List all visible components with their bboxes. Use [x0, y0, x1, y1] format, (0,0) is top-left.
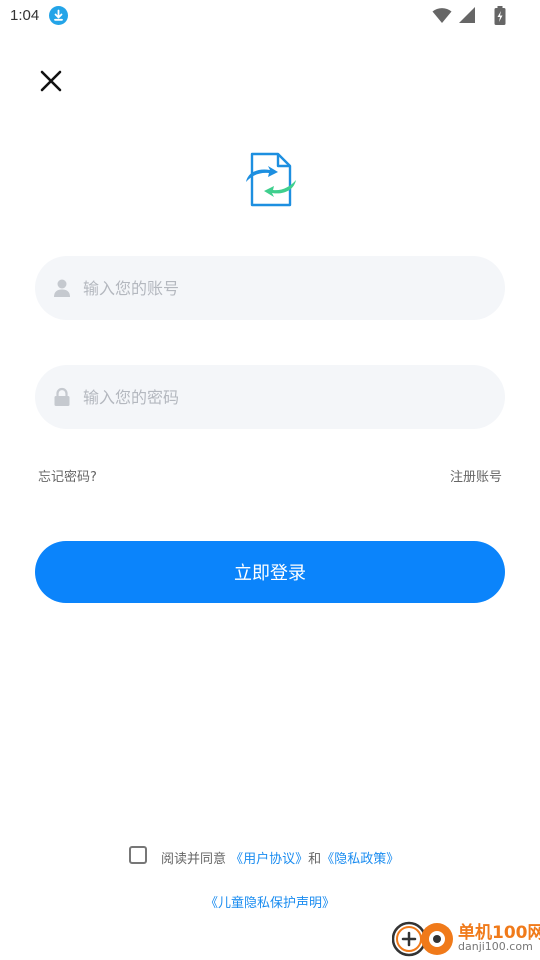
lock-icon: [54, 387, 70, 406]
battery-icon: [494, 6, 506, 25]
document-sync-logo: [246, 152, 296, 207]
forgot-password-link[interactable]: 忘记密码?: [38, 466, 97, 485]
account-input[interactable]: [83, 256, 483, 320]
register-link[interactable]: 注册账号: [450, 466, 502, 485]
agreement-row: 阅读并同意 《用户协议》和《隐私政策》: [0, 845, 540, 867]
child-privacy-link[interactable]: 《儿童隐私保护声明》: [0, 892, 540, 911]
agreement-conjunction: 和: [308, 852, 322, 867]
privacy-policy-link[interactable]: 《隐私政策》: [321, 852, 399, 867]
login-button[interactable]: 立即登录: [35, 541, 505, 603]
download-icon: [49, 6, 68, 25]
status-time: 1:04: [10, 7, 40, 24]
close-button[interactable]: [36, 66, 66, 96]
signal-icon: [459, 7, 475, 23]
app-logo: [242, 150, 300, 210]
agreement-checkbox[interactable]: [129, 846, 147, 864]
watermark-logo-icon: [391, 921, 453, 957]
agreement-text: 阅读并同意 《用户协议》和《隐私政策》: [161, 848, 399, 867]
agreement-prefix: 阅读并同意: [161, 852, 227, 867]
status-bar: 1:04: [0, 0, 540, 32]
user-icon: [54, 279, 70, 297]
user-agreement-link[interactable]: 《用户协议》: [230, 852, 308, 867]
wifi-icon: [432, 8, 452, 23]
password-input[interactable]: [83, 365, 483, 429]
account-field: [35, 256, 505, 320]
password-field: [35, 365, 505, 429]
close-icon: [40, 70, 62, 92]
watermark-domain: danji100.com: [458, 940, 533, 953]
watermark: 单机100网 danji100.com: [391, 914, 540, 960]
